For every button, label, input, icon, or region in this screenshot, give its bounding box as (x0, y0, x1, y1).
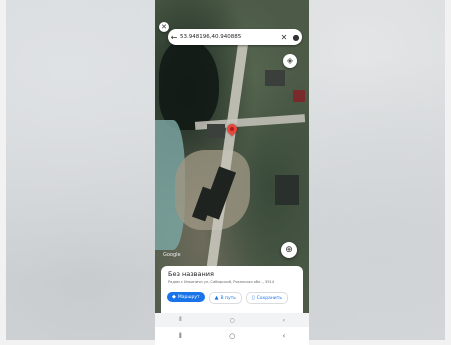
bookmark-icon: ▯ (251, 295, 255, 301)
search-bar[interactable]: ← 53.948196,40.940885 ✕ ● (168, 29, 302, 45)
map-building (207, 124, 225, 138)
place-address: Рядом с Ильиничи ул.,Сибирский, Рязанска… (168, 280, 275, 284)
place-sheet[interactable]: Без названия Рядом с Ильиничи ул.,Сибирс… (161, 266, 303, 313)
layers-icon[interactable]: ◈ (283, 54, 297, 68)
system-nav-bar: ⦀ ○ ‹ (155, 313, 309, 327)
recent-apps-icon[interactable]: ⦀ (179, 332, 182, 341)
search-input[interactable]: 53.948196,40.940885 (180, 34, 278, 40)
home-icon[interactable]: ○ (229, 317, 234, 324)
my-location-icon[interactable]: ⊕ (281, 242, 297, 258)
map-building (265, 70, 285, 86)
back-icon[interactable]: ‹ (283, 317, 285, 324)
place-actions: ◆ Маршрут ▲ В путь ▯ Сохранить (167, 292, 288, 304)
back-arrow-icon[interactable]: ← (168, 29, 180, 45)
directions-button[interactable]: ◆ Маршрут (167, 292, 205, 302)
start-button[interactable]: ▲ В путь (208, 292, 242, 304)
clear-icon[interactable]: ✕ (278, 29, 290, 45)
map-building (293, 90, 305, 102)
map-forest-area (159, 40, 219, 130)
map-building (275, 175, 299, 205)
system-nav-bar-secondary: ⦀ ○ ‹ (155, 327, 309, 345)
home-icon[interactable]: ○ (229, 332, 235, 340)
navigation-icon: ▲ (214, 295, 219, 301)
video-frame: Google ✕ ← 53.948196,40.940885 ✕ ● ◈ ⊕ Б… (0, 0, 451, 345)
frame-border-right (445, 0, 451, 345)
back-icon[interactable]: ‹ (283, 332, 286, 340)
frame-border-left (0, 0, 6, 345)
microphone-icon[interactable]: ● (290, 29, 302, 45)
directions-icon: ◆ (172, 294, 176, 300)
map-attribution: Google (163, 252, 181, 258)
save-button[interactable]: ▯ Сохранить (245, 292, 288, 304)
place-title: Без названия (168, 270, 214, 278)
recent-apps-icon[interactable]: ⦀ (179, 316, 182, 324)
phone-screen: Google ✕ ← 53.948196,40.940885 ✕ ● ◈ ⊕ Б… (155, 0, 309, 345)
